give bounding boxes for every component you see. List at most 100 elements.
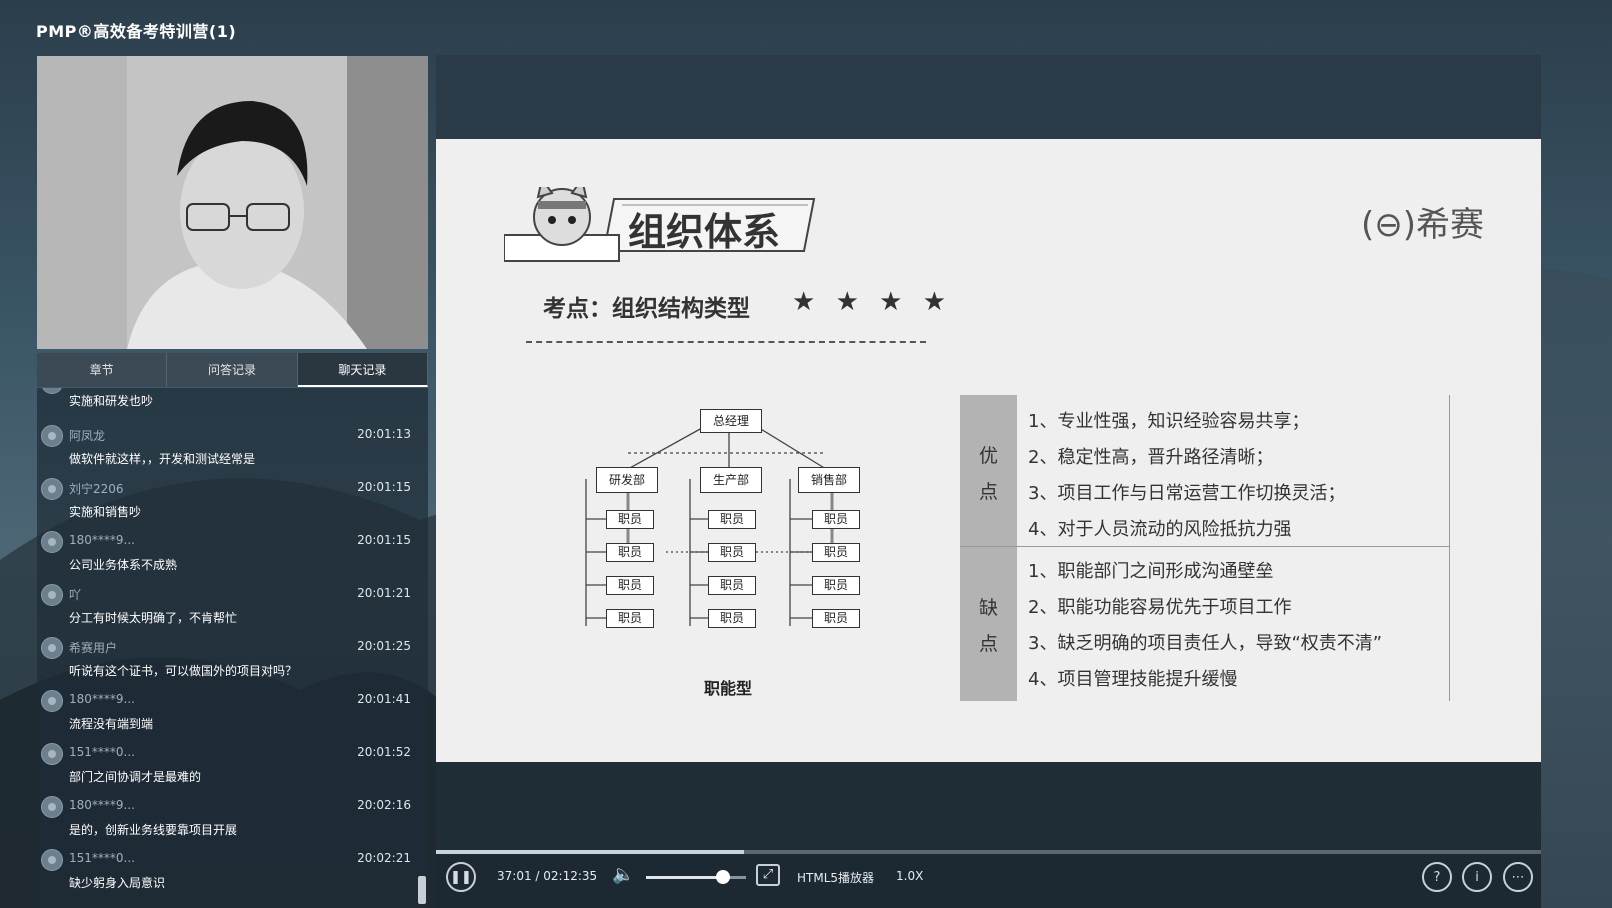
cons-item: 2、职能功能容易优先于项目工作	[1028, 597, 1292, 618]
cons-label-char: 缺	[978, 597, 998, 619]
instructor-figure	[37, 56, 428, 349]
chat-username: 151****0...	[69, 851, 135, 865]
playback-speed[interactable]: 1.0X	[896, 869, 923, 883]
cons-item: 4、项目管理技能提升缓慢	[1028, 669, 1238, 690]
chat-username: 刘宁2206	[69, 482, 124, 496]
progress-fill	[436, 850, 745, 854]
avatar	[41, 425, 63, 447]
exam-point: 考点：组织结构类型	[543, 296, 750, 322]
org-node-staff: 职员	[708, 510, 756, 529]
chat-time: 20:01:13	[357, 427, 411, 441]
tab-chapters[interactable]: 章节	[37, 353, 168, 387]
chat-scrollbar[interactable]	[418, 876, 426, 904]
org-node-staff: 职员	[708, 543, 756, 562]
chat-message: 180****9... 20:02:16 是的，创新业务线要靠项目开展	[37, 793, 417, 846]
pros-label-char: 优	[978, 445, 998, 467]
org-node-dept: 生产部	[700, 467, 762, 493]
pros-item: 2、稳定性高，晋升路径清晰；	[1028, 447, 1274, 468]
org-node-staff: 职员	[812, 543, 860, 562]
time-display: 37:01 / 02:12:35	[497, 869, 598, 883]
brand-logo-icon: (⊖)	[1361, 205, 1417, 245]
pause-button[interactable]: ❚❚	[446, 862, 476, 892]
chat-message: 希赛用户 20:01:25 听说有这个证书，可以做国外的项目对吗？	[37, 634, 417, 687]
pros-item: 3、项目工作与日常运营工作切换灵活；	[1028, 483, 1346, 504]
org-node-staff: 职员	[812, 609, 860, 628]
pros-item: 1、专业性强，知识经验容易共享；	[1028, 411, 1310, 432]
instructor-video	[37, 56, 428, 349]
avatar	[41, 531, 63, 553]
org-node-dept: 销售部	[798, 467, 860, 493]
chat-time: 20:01:52	[357, 745, 411, 759]
chat-message-text: 部门之间协调才是最难的	[69, 770, 202, 784]
chat-time: 20:02:16	[357, 798, 411, 812]
org-node-staff: 职员	[812, 576, 860, 595]
chat-message-text: 是的，创新业务线要靠项目开展	[69, 823, 238, 837]
avatar	[41, 690, 63, 712]
chat-message: 180****9... 20:01:15 公司业务体系不成熟	[37, 528, 417, 581]
org-node-staff: 职员	[606, 576, 654, 595]
fullscreen-icon[interactable]: ⤢	[756, 864, 780, 886]
chat-message-text: 缺少躬身入局意识	[69, 876, 166, 890]
chat-message-text: 实施和销售吵	[69, 505, 142, 519]
chat-time: 20:02:21	[357, 851, 411, 865]
chat-message: 151****0... 20:02:21 缺少躬身入局意识	[37, 846, 417, 899]
chat-time: 20:01:15	[357, 480, 411, 494]
chat-message-text: 公司业务体系不成熟	[69, 558, 178, 572]
avatar	[41, 849, 63, 871]
chat-username: 吖	[69, 588, 82, 602]
cons-item: 1、职能部门之间形成沟通壁垒	[1028, 561, 1274, 582]
player-controls	[436, 854, 1541, 908]
player-type-label[interactable]: HTML5播放器	[797, 869, 874, 886]
cons-item: 3、缺乏明确的项目责任人，导致“权责不清”	[1028, 633, 1383, 654]
volume-fill	[646, 876, 722, 879]
volume-icon[interactable]: 🔈	[612, 864, 634, 885]
chat-message-text: 听说有这个证书，可以做国外的项目对吗？	[69, 664, 298, 678]
side-tabs: 章节 问答记录 聊天记录	[37, 353, 428, 387]
player-top-area	[436, 55, 1541, 139]
question-icon[interactable]: ?	[1422, 862, 1452, 892]
importance-stars: ★ ★ ★ ★	[792, 287, 953, 317]
chat-message-text: 流程没有端到端	[69, 717, 154, 731]
pros-label-char: 点	[978, 481, 998, 503]
chat-time: 20:01:41	[357, 692, 411, 706]
org-chart: 总经理 研发部 生产部 销售部 职员 职员 职员 职员 职员 职员 职员 职员 …	[576, 401, 896, 671]
chat-message: 180****9... 20:01:41 流程没有端到端	[37, 687, 417, 740]
pros-item: 4、对于人员流动的风险抵抗力强	[1028, 519, 1292, 540]
divider	[526, 341, 926, 343]
pros-cons-table: 优 点 缺 点 1、专业性强，知识经验容易共享； 2、稳定性高，晋升路径清晰； …	[960, 395, 1450, 701]
volume-handle[interactable]	[716, 870, 730, 884]
chat-message-text: 分工有时候太明确了，不肯帮忙	[69, 611, 238, 625]
slide: 组织体系 (⊖)希赛 考点：组织结构类型 ★ ★ ★ ★ 总经理 研发部 生产部…	[436, 139, 1541, 762]
chat-message-text: 做软件就这样，，开发和测试经常是	[69, 452, 256, 466]
slide-title: 组织体系	[628, 210, 781, 254]
chat-list[interactable]: 实施和研发也吵 阿凤龙 20:01:13 做软件就这样，，开发和测试经常是 刘宁…	[37, 388, 428, 908]
org-node-staff: 职员	[708, 609, 756, 628]
info-icon[interactable]: i	[1462, 862, 1492, 892]
chat-time: 20:01:25	[357, 639, 411, 653]
brand-name: 希赛	[1416, 205, 1485, 245]
org-node-dept: 研发部	[596, 467, 658, 493]
chat-username: 180****9...	[69, 533, 135, 547]
chat-message: 151****0... 20:01:52 部门之间协调才是最难的	[37, 740, 417, 793]
avatar	[41, 743, 63, 765]
org-node-staff: 职员	[606, 543, 654, 562]
pros-label: 优 点	[960, 395, 1017, 546]
org-node-top: 总经理	[700, 409, 762, 433]
table-divider	[960, 546, 1450, 547]
chat-message: 吖 20:01:21 分工有时候太明确了，不肯帮忙	[37, 581, 417, 634]
chat-username: 希赛用户	[69, 641, 118, 655]
chat-message: 刘宁2206 20:01:15 实施和销售吵	[37, 475, 417, 528]
org-chart-caption: 职能型	[704, 679, 753, 698]
chat-username: 阿凤龙	[69, 429, 106, 443]
player-bottom-area	[436, 762, 1541, 854]
cons-label-char: 点	[978, 633, 998, 655]
tab-qa-records[interactable]: 问答记录	[167, 353, 298, 387]
app-title: PMP®高效备考特训营(1)	[36, 22, 237, 41]
tab-chat-records[interactable]: 聊天记录	[297, 353, 428, 387]
org-chart-lines	[585, 422, 834, 626]
chat-username: 180****9...	[69, 692, 135, 706]
chat-username: 151****0...	[69, 745, 135, 759]
avatar	[41, 796, 63, 818]
more-icon[interactable]: ⋯	[1503, 862, 1533, 892]
avatar	[41, 637, 63, 659]
